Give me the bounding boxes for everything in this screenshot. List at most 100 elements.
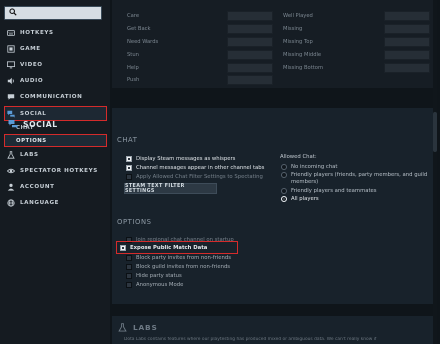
sidebar-subitem-options[interactable]: OPTIONS bbox=[4, 134, 107, 147]
hotkey-label: Missing Top bbox=[283, 39, 313, 45]
search-input[interactable] bbox=[4, 6, 102, 20]
radio-label: members) bbox=[291, 178, 319, 185]
chat-section-title: CHAT bbox=[117, 136, 138, 144]
checkbox[interactable] bbox=[126, 281, 132, 288]
sidebar-item-audio[interactable]: AUDIO bbox=[4, 74, 107, 88]
globe-icon bbox=[6, 199, 15, 208]
sidebar-item-spectator-hotkeys[interactable]: SPECTATOR HOTKEYS bbox=[4, 164, 107, 178]
checkbox-label: Channel messages appear in other channel… bbox=[136, 164, 265, 171]
social-icon bbox=[8, 120, 18, 129]
hotkey-label: Missing Bottom bbox=[283, 65, 324, 71]
checkbox-label: Anonymous Mode bbox=[136, 281, 184, 288]
hotkey-label: Need Wards bbox=[127, 39, 159, 45]
hotkey-binding-field[interactable] bbox=[227, 50, 273, 60]
checkbox[interactable] bbox=[120, 244, 126, 251]
sidebar-item-video[interactable]: VIDEO bbox=[4, 58, 107, 72]
checkbox-label: Apply Allowed Chat Filter Settings to Sp… bbox=[136, 173, 263, 180]
checkbox[interactable] bbox=[126, 173, 132, 180]
sidebar-item-hotkeys[interactable]: HOTKEYS bbox=[4, 26, 107, 40]
social-header: SOCIAL bbox=[8, 117, 58, 131]
chat-checkbox-row[interactable]: Apply Allowed Chat Filter Settings to Sp… bbox=[126, 172, 263, 181]
chat-bubble-icon bbox=[6, 93, 15, 102]
checkbox-label: Hide party status bbox=[136, 272, 182, 279]
checkbox-label: Block party invites from non-friends bbox=[136, 254, 232, 261]
checkbox-label: Display Steam messages as whispers bbox=[136, 155, 236, 162]
checkbox-label: Expose Public Match Data bbox=[130, 244, 208, 251]
option-checkbox-row[interactable]: Expose Public Match Data bbox=[120, 243, 207, 252]
steam-text-filter-settings-button[interactable]: STEAM TEXT FILTER SETTINGS bbox=[124, 183, 217, 194]
checkbox-label: Block guild invites from non-friends bbox=[136, 263, 231, 270]
section-title: SOCIAL bbox=[23, 119, 58, 129]
sidebar-subitem-label: OPTIONS bbox=[16, 137, 47, 144]
hotkey-label: Well Played bbox=[283, 13, 313, 19]
sidebar-item-label: SPECTATOR HOTKEYS bbox=[20, 168, 98, 174]
allowed-chat-title: Allowed Chat: bbox=[280, 154, 317, 160]
hotkey-binding-field[interactable] bbox=[384, 11, 430, 21]
radio-button[interactable] bbox=[281, 187, 287, 194]
checkbox[interactable] bbox=[126, 254, 132, 261]
flask-icon bbox=[118, 322, 127, 332]
labs-header: LABS bbox=[118, 321, 158, 333]
settings-sidebar: HOTKEYS GAME VIDEO AUDIO COMMUNICATION S… bbox=[0, 0, 110, 344]
hotkey-binding-field[interactable] bbox=[227, 37, 273, 47]
radio-label: All players bbox=[291, 195, 319, 202]
game-icon bbox=[6, 45, 15, 54]
checkbox[interactable] bbox=[126, 263, 132, 270]
sidebar-item-label: LABS bbox=[20, 152, 39, 158]
allowed-chat-radio-continuation: members) bbox=[291, 177, 318, 186]
person-icon bbox=[6, 183, 15, 192]
sidebar-item-label: HOTKEYS bbox=[20, 30, 54, 36]
monitor-icon bbox=[6, 61, 15, 70]
sidebar-item-communication[interactable]: COMMUNICATION bbox=[4, 90, 107, 104]
hotkey-binding-field[interactable] bbox=[227, 24, 273, 34]
checkbox[interactable] bbox=[126, 155, 132, 162]
search-icon bbox=[9, 8, 17, 16]
hotkey-binding-field[interactable] bbox=[227, 11, 273, 21]
hotkey-binding-field[interactable] bbox=[384, 63, 430, 73]
spectator-icon bbox=[6, 167, 15, 176]
allowed-chat-radio[interactable]: All players bbox=[281, 194, 319, 203]
hotkey-label: Missing Middle bbox=[283, 52, 322, 58]
checkbox[interactable] bbox=[126, 272, 132, 279]
radio-button[interactable] bbox=[281, 195, 287, 202]
radio-button[interactable] bbox=[281, 171, 287, 178]
hotkey-label: Help bbox=[127, 65, 139, 71]
sidebar-item-label: SOCIAL bbox=[20, 110, 47, 117]
sidebar-item-label: AUDIO bbox=[20, 78, 44, 84]
hotkey-label: Stun bbox=[127, 52, 139, 58]
hotkey-binding-field[interactable] bbox=[384, 24, 430, 34]
chat-checkbox-row[interactable]: Channel messages appear in other channel… bbox=[126, 163, 264, 172]
sidebar-item-account[interactable]: ACCOUNT bbox=[4, 180, 107, 194]
option-checkbox-row[interactable]: Block guild invites from non-friends bbox=[126, 262, 230, 271]
hotkey-binding-field[interactable] bbox=[384, 50, 430, 60]
sidebar-item-game[interactable]: GAME bbox=[4, 42, 107, 56]
flask-icon bbox=[6, 151, 15, 160]
hotkey-label: Missing bbox=[283, 26, 303, 32]
section-title: LABS bbox=[133, 322, 158, 332]
chat-checkbox-row[interactable]: Display Steam messages as whispers bbox=[126, 154, 235, 163]
hotkey-binding-field[interactable] bbox=[227, 63, 273, 73]
sidebar-item-label: COMMUNICATION bbox=[20, 94, 83, 100]
sidebar-item-language[interactable]: LANGUAGE bbox=[4, 196, 107, 210]
speaker-icon bbox=[6, 77, 15, 86]
hotkey-label: Care bbox=[127, 13, 140, 19]
sidebar-item-label: GAME bbox=[20, 46, 41, 52]
scrollbar-thumb[interactable] bbox=[433, 112, 437, 152]
hotkey-binding-field[interactable] bbox=[384, 37, 430, 47]
sidebar-item-label: VIDEO bbox=[20, 62, 43, 68]
radio-button[interactable] bbox=[281, 163, 287, 170]
sidebar-item-label: ACCOUNT bbox=[20, 184, 55, 190]
option-checkbox-row[interactable]: Block party invites from non-friends bbox=[126, 253, 231, 262]
sidebar-item-labs[interactable]: LABS bbox=[4, 148, 107, 162]
hotkey-binding-field[interactable] bbox=[227, 75, 273, 85]
radio-label: No incoming chat bbox=[291, 163, 338, 170]
radio-label: Friendly players and teammates bbox=[291, 187, 377, 194]
checkbox[interactable] bbox=[126, 164, 132, 171]
option-checkbox-row[interactable]: Anonymous Mode bbox=[126, 280, 183, 289]
keyboard-icon bbox=[6, 29, 15, 38]
labs-description: Dota Labs contains features where our pl… bbox=[124, 337, 377, 342]
option-checkbox-row[interactable]: Hide party status bbox=[126, 271, 182, 280]
options-section-title: OPTIONS bbox=[117, 218, 152, 226]
sidebar-item-label: LANGUAGE bbox=[20, 200, 60, 206]
scrollbar[interactable] bbox=[433, 0, 437, 344]
